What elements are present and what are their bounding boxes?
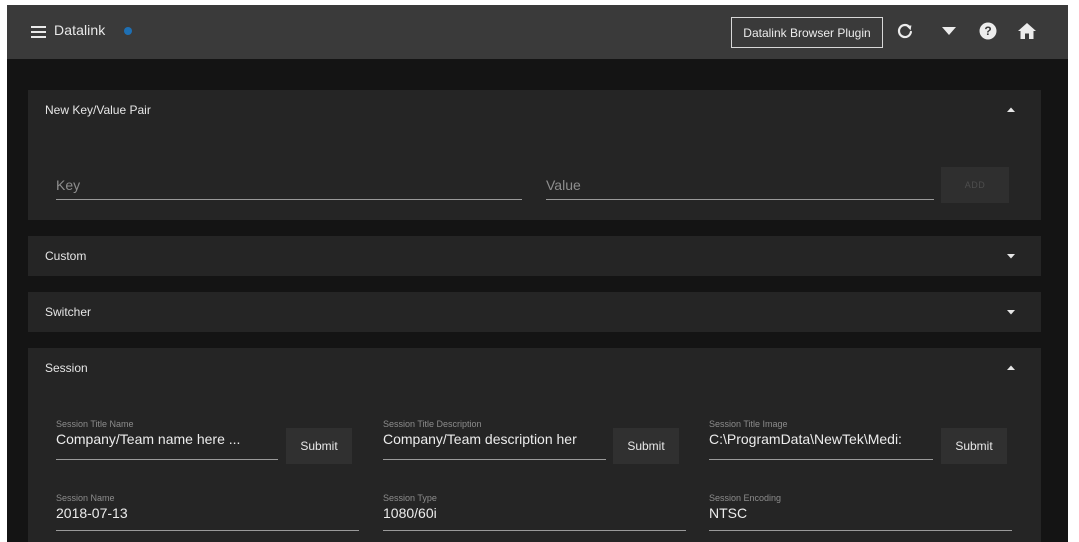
session-title-image-field[interactable]: Session Title Image C:\ProgramData\NewTe… bbox=[709, 419, 933, 460]
add-button[interactable]: ADD bbox=[941, 167, 1009, 203]
session-type-field[interactable]: Session Type 1080/60i bbox=[383, 493, 686, 531]
custom-panel: Custom bbox=[28, 236, 1041, 276]
app-title: Datalink bbox=[54, 22, 106, 38]
switcher-header[interactable]: Switcher bbox=[28, 292, 1041, 332]
session-panel: Session Session Title Name Company/Team … bbox=[28, 348, 1041, 542]
submit-title-image-button[interactable]: Submit bbox=[941, 428, 1007, 464]
field-label: Session Title Name bbox=[56, 419, 134, 429]
submit-title-name-button[interactable]: Submit bbox=[286, 428, 352, 464]
session-title-description-field[interactable]: Session Title Description Company/Team d… bbox=[383, 419, 606, 460]
new-pair-header[interactable]: New Key/Value Pair bbox=[28, 90, 1041, 130]
field-value[interactable]: C:\ProgramData\NewTek\Medi: bbox=[709, 431, 933, 447]
value-input[interactable] bbox=[546, 170, 934, 200]
field-label: Session Type bbox=[383, 493, 437, 503]
field-value[interactable]: NTSC bbox=[709, 505, 747, 521]
field-label: Session Name bbox=[56, 493, 115, 503]
custom-title: Custom bbox=[45, 249, 87, 263]
field-underline bbox=[383, 530, 686, 531]
field-value[interactable]: Company/Team name here ... bbox=[56, 431, 278, 447]
svg-text:?: ? bbox=[984, 24, 991, 38]
field-label: Session Title Description bbox=[383, 419, 482, 429]
chevron-up-icon[interactable] bbox=[1006, 363, 1016, 373]
field-value[interactable]: Company/Team description her bbox=[383, 431, 606, 447]
value-field[interactable] bbox=[546, 170, 934, 200]
chevron-down-icon[interactable] bbox=[1006, 251, 1016, 261]
new-pair-panel: New Key/Value Pair ADD bbox=[28, 90, 1041, 220]
submit-title-description-button[interactable]: Submit bbox=[613, 428, 679, 464]
refresh-icon[interactable] bbox=[893, 19, 917, 43]
field-underline bbox=[56, 530, 359, 531]
custom-header[interactable]: Custom bbox=[28, 236, 1041, 276]
top-bar: Datalink Datalink Browser Plugin ? bbox=[7, 5, 1068, 59]
session-header[interactable]: Session bbox=[28, 348, 1041, 388]
field-label: Session Encoding bbox=[709, 493, 782, 503]
field-underline bbox=[709, 530, 1012, 531]
browser-plugin-button[interactable]: Datalink Browser Plugin bbox=[731, 17, 883, 48]
field-label: Session Title Image bbox=[709, 419, 788, 429]
switcher-title: Switcher bbox=[45, 305, 92, 319]
new-pair-title: New Key/Value Pair bbox=[45, 103, 151, 117]
key-underline bbox=[56, 199, 522, 200]
status-dot bbox=[124, 27, 132, 35]
chevron-down-icon[interactable] bbox=[1006, 307, 1016, 317]
field-underline bbox=[56, 459, 278, 460]
field-value[interactable]: 2018-07-13 bbox=[56, 505, 128, 521]
value-underline bbox=[546, 199, 934, 200]
session-title: Session bbox=[45, 361, 88, 375]
menu-icon[interactable] bbox=[31, 26, 46, 38]
field-value[interactable]: 1080/60i bbox=[383, 505, 437, 521]
session-title-name-field[interactable]: Session Title Name Company/Team name her… bbox=[56, 419, 278, 460]
key-input[interactable] bbox=[56, 170, 522, 200]
session-encoding-field[interactable]: Session Encoding NTSC bbox=[709, 493, 1012, 531]
field-underline bbox=[383, 459, 606, 460]
switcher-panel: Switcher bbox=[28, 292, 1041, 332]
chevron-up-icon[interactable] bbox=[1006, 105, 1016, 115]
home-icon[interactable] bbox=[1015, 19, 1039, 43]
app-window: Datalink Datalink Browser Plugin ? New K… bbox=[7, 5, 1068, 542]
key-field[interactable] bbox=[56, 170, 522, 200]
help-icon[interactable]: ? bbox=[976, 19, 1000, 43]
dropdown-icon[interactable] bbox=[937, 19, 961, 43]
session-name-field[interactable]: Session Name 2018-07-13 bbox=[56, 493, 359, 531]
field-underline bbox=[709, 459, 933, 460]
